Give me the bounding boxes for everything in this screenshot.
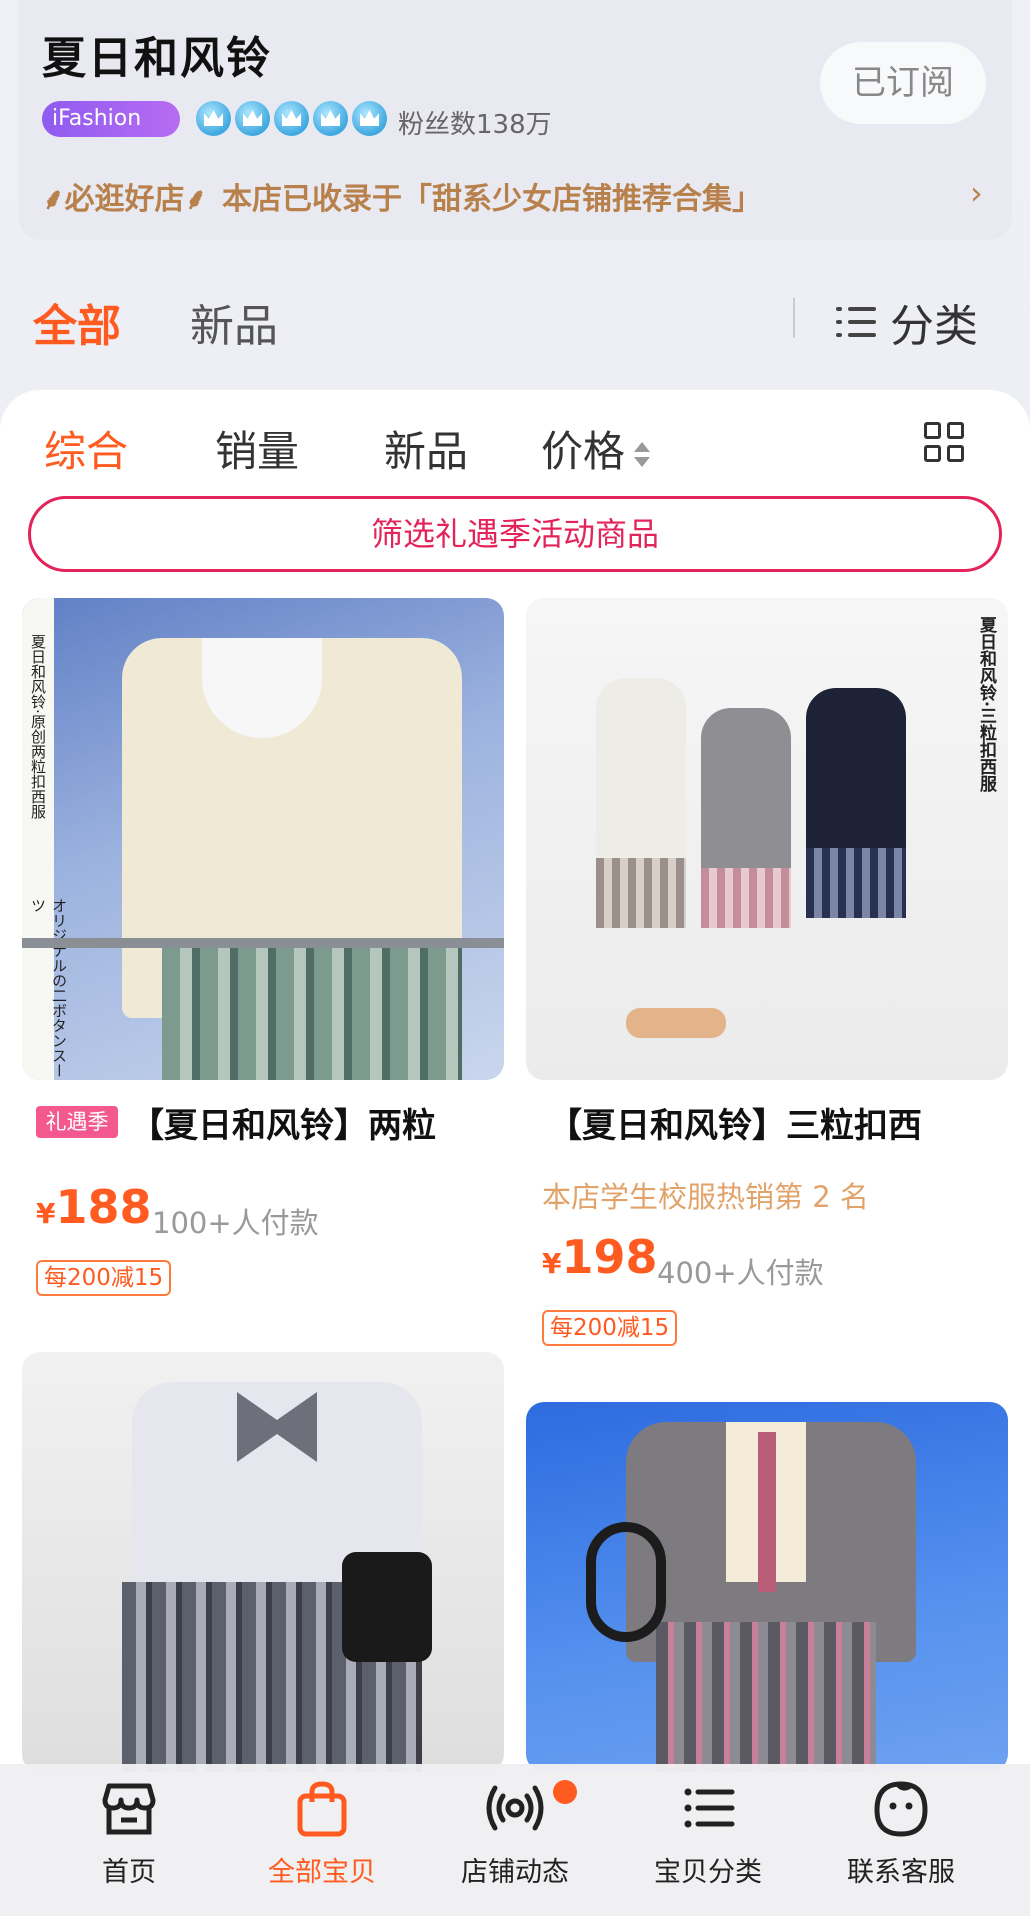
product-title[interactable]: 【夏日和风铃】三粒扣西 — [548, 1098, 922, 1147]
ifashion-badge: iFashion — [42, 101, 180, 137]
product-image[interactable]: 夏日和风铃·三粒扣西服 — [526, 598, 1008, 1080]
nav-home[interactable]: 首页 — [54, 1778, 204, 1889]
sort-price[interactable]: 价格 — [541, 418, 651, 479]
image-caption: 夏日和风铃·三粒扣西服 — [976, 616, 996, 792]
crown-icon — [352, 101, 387, 136]
crown-icon — [196, 101, 231, 136]
product-image[interactable] — [526, 1402, 1008, 1772]
list-icon — [836, 305, 876, 339]
coupon-badge: 每200减15 — [36, 1260, 172, 1296]
nav-customer-service[interactable]: 联系客服 — [826, 1778, 976, 1889]
sort-new[interactable]: 新品 — [384, 418, 468, 479]
category-button[interactable]: 分类 — [836, 290, 978, 354]
notification-dot — [553, 1780, 577, 1804]
crown-icon — [235, 101, 270, 136]
product-price: ¥198 — [542, 1230, 658, 1284]
promo-text[interactable]: 本店已收录于「甜系少女店铺推荐合集」 — [222, 174, 762, 218]
customer-service-icon — [871, 1778, 931, 1838]
subscribe-button[interactable]: 已订阅 — [820, 42, 986, 124]
sort-arrows-icon — [633, 440, 651, 470]
tabs-divider — [793, 298, 795, 338]
chevron-right-icon[interactable]: › — [970, 174, 983, 212]
storefront-icon — [99, 1778, 159, 1838]
broadcast-icon — [485, 1778, 545, 1838]
shopping-bag-icon — [292, 1778, 352, 1838]
product-image[interactable] — [22, 1352, 504, 1772]
gift-season-tag: 礼遇季 — [36, 1106, 118, 1138]
coupon-badge: 每200减15 — [542, 1310, 678, 1346]
tab-new[interactable]: 新品 — [190, 290, 278, 354]
category-label: 分类 — [890, 301, 978, 352]
product-title[interactable]: 【夏日和风铃】两粒 — [130, 1098, 436, 1147]
tab-all[interactable]: 全部 — [33, 290, 121, 354]
product-price: ¥188 — [36, 1180, 152, 1234]
fans-count: 粉丝数138万 — [398, 110, 552, 140]
paid-count: 100+人付款 — [152, 1206, 319, 1240]
promo-badge[interactable]: ⸙必逛好店⸙ — [42, 174, 207, 218]
grid-view-icon[interactable] — [924, 422, 966, 464]
paid-count: 400+人付款 — [657, 1256, 824, 1290]
image-caption: 夏日和风铃·原创两粒扣西服 — [29, 634, 47, 819]
product-image[interactable]: 夏日和风铃·原创两粒扣西服 オリジナルの二ボタンスーツ — [22, 598, 504, 1080]
sort-overall[interactable]: 综合 — [44, 418, 128, 479]
nav-categories[interactable]: 宝贝分类 — [633, 1778, 783, 1889]
list-icon — [678, 1778, 738, 1838]
image-caption-jp: オリジナルの二ボタンスーツ — [29, 898, 68, 1078]
crown-icon — [274, 101, 309, 136]
filter-promo-button[interactable]: 筛选礼遇季活动商品 — [28, 496, 1002, 572]
rank-text: 本店学生校服热销第 2 名 — [542, 1180, 869, 1214]
shop-level-crowns — [196, 101, 387, 136]
shop-name: 夏日和风铃 — [42, 33, 272, 84]
crown-icon — [313, 101, 348, 136]
sort-sales[interactable]: 销量 — [215, 418, 299, 479]
nav-all-items[interactable]: 全部宝贝 — [247, 1778, 397, 1889]
